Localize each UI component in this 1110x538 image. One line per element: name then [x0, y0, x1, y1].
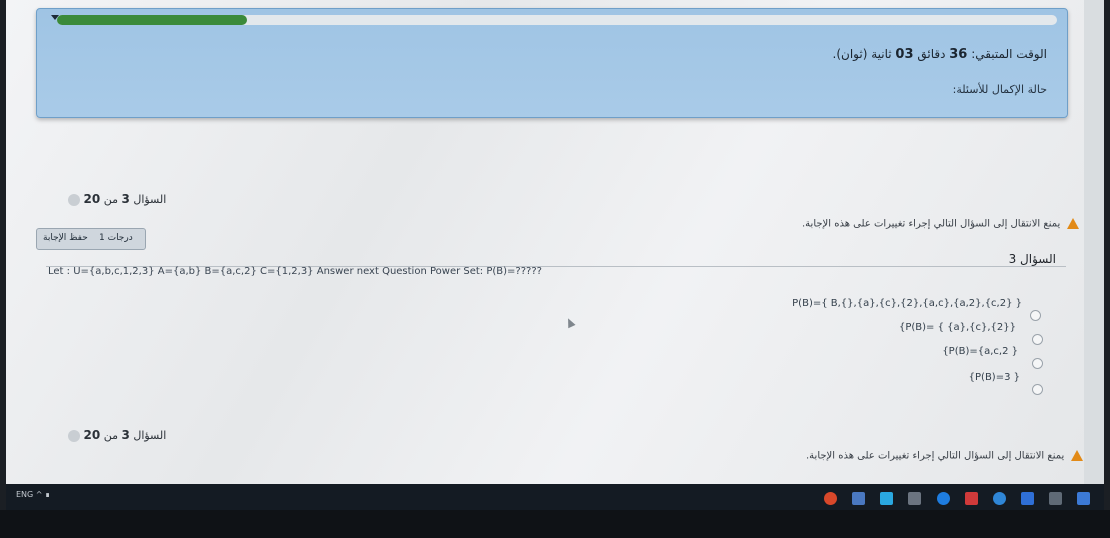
counter-total: 20 [83, 192, 101, 206]
question-grade: 1 درجات [99, 233, 133, 243]
option-4[interactable]: {P(B)=3 } [969, 372, 1020, 383]
quiz-page: الوقت المتبقي: 36 دقائق 03 ثانية (ثوان).… [6, 0, 1104, 500]
app-icon[interactable] [936, 492, 950, 505]
time-minutes: 36 [949, 47, 968, 62]
counter-of: من [103, 193, 118, 206]
windows-icon[interactable] [1077, 492, 1090, 505]
time-seconds-unit: ثانية (ثوان). [832, 47, 892, 61]
option-3[interactable]: {P(B)={a,c,2 } [942, 346, 1018, 357]
time-label: الوقت المتبقي: [971, 47, 1047, 61]
question-counter-top: السؤال 3 من 20 [64, 192, 166, 206]
question-header: السؤال 3 [46, 252, 1066, 267]
save-answer-button[interactable]: حفظ الإجابة [43, 233, 88, 243]
counter-label: السؤال [133, 193, 167, 206]
chrome-icon[interactable] [824, 492, 838, 505]
edge-icon[interactable] [880, 492, 894, 505]
settings-icon[interactable] [908, 492, 922, 505]
mail-icon[interactable] [964, 492, 978, 505]
taskview-icon[interactable] [1048, 492, 1062, 505]
progress-fill [57, 15, 247, 25]
taskbar-icons [814, 488, 1090, 506]
time-remaining: الوقت المتبقي: 36 دقائق 03 ثانية (ثوان). [833, 47, 1047, 62]
browser-screen: الوقت المتبقي: 36 دقائق 03 ثانية (ثوان).… [6, 0, 1104, 500]
question-counter-bottom: السؤال 3 من 20 [64, 428, 166, 442]
option-2[interactable]: {P(B)= { {a},{c},{2}} [899, 322, 1016, 333]
counter-current: 3 [121, 192, 130, 206]
radio-icon[interactable] [1032, 358, 1043, 369]
warning-text: يمنع الانتقال إلى السؤال التالي إجراء تغ… [802, 218, 1061, 230]
question-nav-button[interactable] [68, 194, 80, 206]
progress-track [57, 15, 1057, 25]
warning-text: يمنع الانتقال إلى السؤال التالي إجراء تغ… [806, 450, 1065, 462]
timer-panel: الوقت المتبقي: 36 دقائق 03 ثانية (ثوان).… [36, 8, 1068, 118]
page-scrollbar[interactable] [1084, 0, 1104, 500]
option-1[interactable]: P(B)={ B,{},{a},{c},{2},{a,c},{a,2},{c,2… [792, 298, 1022, 309]
warning-icon [1071, 450, 1084, 461]
question-nav-button[interactable] [68, 430, 80, 442]
collapse-caret-icon[interactable] [51, 15, 59, 20]
counter-of: من [103, 429, 118, 442]
radio-icon[interactable] [1032, 334, 1043, 345]
time-seconds: 03 [895, 47, 914, 62]
warning-icon [1067, 218, 1080, 229]
counter-current: 3 [121, 428, 130, 442]
browser-icon[interactable] [992, 492, 1006, 505]
completion-state: حالة الإكمال للأسئلة: [952, 83, 1047, 96]
windows-taskbar: ENG ^ ∎ [6, 484, 1104, 510]
counter-label: السؤال [133, 429, 167, 442]
radio-icon[interactable] [1030, 310, 1041, 321]
system-tray[interactable]: ENG ^ ∎ [16, 490, 50, 499]
warning-bottom: يمنع الانتقال إلى السؤال التالي إجراء تغ… [806, 450, 1084, 462]
warning-top: يمنع الانتقال إلى السؤال التالي إجراء تغ… [802, 218, 1080, 230]
question-info-box: حفظ الإجابة 1 درجات [36, 228, 146, 250]
question-number: السؤال 3 [1008, 252, 1056, 266]
mouse-cursor-icon [564, 316, 576, 329]
radio-icon[interactable] [1032, 384, 1043, 395]
counter-total: 20 [83, 428, 101, 442]
monitor-bezel [0, 510, 1110, 538]
explorer-icon[interactable] [852, 492, 866, 505]
store-icon[interactable] [1020, 492, 1034, 505]
question-text: Let : U={a,b,c,1,2,3} A={a,b} B={a,c,2} … [48, 266, 542, 277]
time-minutes-unit: دقائق [917, 47, 946, 61]
